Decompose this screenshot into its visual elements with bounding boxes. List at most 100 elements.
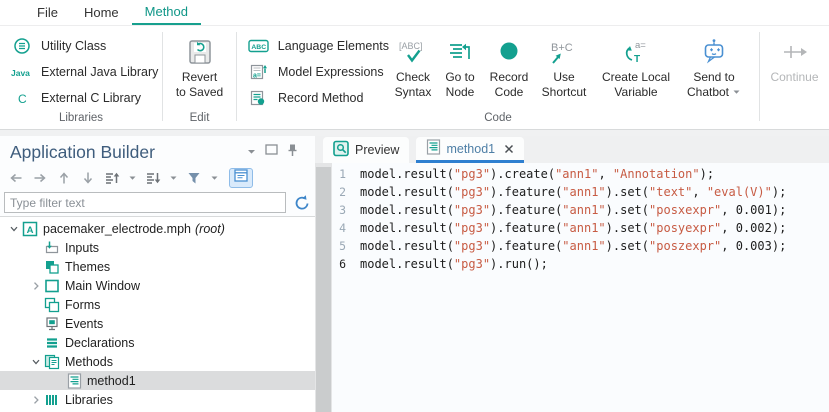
panel-toolbar <box>0 166 315 189</box>
libraries-icon <box>44 392 60 408</box>
move-down-icon[interactable] <box>78 170 98 186</box>
tree-item-label: Main Window <box>65 279 140 293</box>
code-line[interactable]: 5model.result("pg3").feature("ann1").set… <box>332 237 829 255</box>
record-method-button[interactable]: Record Method <box>237 85 389 111</box>
pin-icon[interactable] <box>286 143 299 162</box>
model-expressions-icon: a= <box>247 64 271 80</box>
forms-icon <box>44 297 60 313</box>
method-doc-icon <box>426 139 441 158</box>
forward-arrow-icon[interactable] <box>30 170 50 186</box>
svg-text:[ABC]: [ABC] <box>399 41 423 51</box>
tree-item-libraries[interactable]: Libraries <box>0 390 315 409</box>
code-text: model.result("pg3").run(); <box>346 257 548 271</box>
tree-item-methods[interactable]: Methods <box>0 352 315 371</box>
model-expressions-button[interactable]: a= Model Expressions <box>237 59 389 85</box>
code-line[interactable]: 1model.result("pg3").create("ann1", "Ann… <box>332 165 829 183</box>
line-number: 3 <box>332 203 346 217</box>
tree-item-label: method1 <box>87 374 136 388</box>
code-line[interactable]: 2model.result("pg3").feature("ann1").set… <box>332 183 829 201</box>
code-line[interactable]: 6model.result("pg3").run(); <box>332 255 829 273</box>
svg-text:C: C <box>18 92 27 106</box>
ribbon-group-continue: Continue <box>760 26 829 129</box>
create-local-variable-icon: a= T <box>621 33 651 70</box>
ribbon-group-code: ABC Language Elements a= Model Expressio… <box>237 26 759 129</box>
record-code-icon <box>495 33 523 70</box>
record-method-icon <box>247 90 271 106</box>
tree-indent <box>28 240 44 256</box>
svg-text:B+C: B+C <box>551 42 573 54</box>
back-arrow-icon[interactable] <box>6 170 26 186</box>
svg-text:ABC: ABC <box>252 44 267 51</box>
expand-list-icon[interactable] <box>143 170 163 186</box>
chevron-collapsed-icon[interactable] <box>28 392 44 408</box>
external-c-library-button[interactable]: C External C Library <box>0 85 162 111</box>
chevron-expanded-icon[interactable] <box>28 354 44 370</box>
svg-text:T: T <box>634 54 640 65</box>
tree-item-events[interactable]: Events <box>0 314 315 333</box>
tab-method1[interactable]: method1 <box>416 137 524 163</box>
themes-icon <box>44 259 60 275</box>
ribbon-group-libraries: Utility Class Java External Java Library… <box>0 26 162 129</box>
chevron-down-icon <box>732 85 741 100</box>
ribbon: Utility Class Java External Java Library… <box>0 26 829 130</box>
utility-class-icon <box>10 37 34 55</box>
chevron-collapsed-icon[interactable] <box>28 278 44 294</box>
utility-class-button[interactable]: Utility Class <box>0 33 162 59</box>
code-text: model.result("pg3").feature("ann1").set(… <box>346 185 786 199</box>
ribbon-tab-home[interactable]: Home <box>71 0 132 25</box>
use-shortcut-icon: B+C <box>548 33 580 70</box>
go-to-node-icon <box>446 33 474 70</box>
tree-item-pacemaker-electrode-mph[interactable]: Apacemaker_electrode.mph(root) <box>0 219 315 238</box>
chevron-down-icon[interactable] <box>208 174 221 182</box>
ribbon-tab-method[interactable]: Method <box>132 0 201 25</box>
tree-item-inputs[interactable]: Inputs <box>0 238 315 257</box>
tree-item-forms[interactable]: Forms <box>0 295 315 314</box>
language-elements-icon: ABC <box>247 38 271 54</box>
filter-input[interactable] <box>4 192 286 213</box>
panel-menu-chevron-icon[interactable] <box>246 143 257 161</box>
c-library-icon: C <box>10 90 34 106</box>
tree-item-label: Forms <box>65 298 100 312</box>
float-window-icon[interactable] <box>265 143 278 161</box>
continue-button[interactable]: Continue <box>763 26 827 129</box>
panel-title: Application Builder <box>10 142 246 163</box>
tab-preview[interactable]: Preview <box>323 137 409 163</box>
language-elements-button[interactable]: ABC Language Elements <box>237 33 389 59</box>
tree-item-label: Declarations <box>65 336 134 350</box>
chevron-down-icon[interactable] <box>126 174 139 182</box>
refresh-icon[interactable] <box>291 194 313 212</box>
line-number: 5 <box>332 239 346 253</box>
tree-item-declarations[interactable]: Declarations <box>0 333 315 352</box>
method-doc-icon <box>66 373 82 389</box>
tree-item-method1[interactable]: method1 <box>0 371 315 390</box>
close-icon[interactable] <box>504 144 514 154</box>
events-icon <box>44 316 60 332</box>
collapse-list-icon[interactable] <box>102 170 122 186</box>
editor-tab-bar: Preview method1 <box>315 136 829 163</box>
show-in-form-window-toggle[interactable] <box>229 168 253 188</box>
methods-icon <box>44 354 60 370</box>
filter-icon[interactable] <box>184 170 204 186</box>
chevron-expanded-icon[interactable] <box>6 221 22 237</box>
code-area[interactable]: 1model.result("pg3").create("ann1", "Ann… <box>332 163 829 412</box>
svg-text:a=: a= <box>635 40 646 51</box>
chevron-down-icon[interactable] <box>167 174 180 182</box>
main-window-icon <box>44 278 60 294</box>
code-line[interactable]: 3model.result("pg3").feature("ann1").set… <box>332 201 829 219</box>
tree-indent <box>28 316 44 332</box>
tree-item-label: Events <box>65 317 103 331</box>
code-line[interactable]: 4model.result("pg3").feature("ann1").set… <box>332 219 829 237</box>
tree-item-label: Inputs <box>65 241 99 255</box>
tree-item-themes[interactable]: Themes <box>0 257 315 276</box>
ribbon-tab-file[interactable]: File <box>24 0 71 25</box>
tree-indent <box>28 335 44 351</box>
model-tree: Apacemaker_electrode.mph(root) Inputs Them… <box>0 216 315 412</box>
form-window-icon <box>233 168 249 188</box>
tree-item-main-window[interactable]: Main Window <box>0 276 315 295</box>
code-text: model.result("pg3").feature("ann1").set(… <box>346 203 786 217</box>
external-java-library-button[interactable]: Java External Java Library <box>0 59 162 85</box>
inputs-icon <box>44 240 60 256</box>
tree-item-label: Libraries <box>65 393 113 407</box>
check-syntax-icon: [ABC] <box>397 33 429 70</box>
move-up-icon[interactable] <box>54 170 74 186</box>
